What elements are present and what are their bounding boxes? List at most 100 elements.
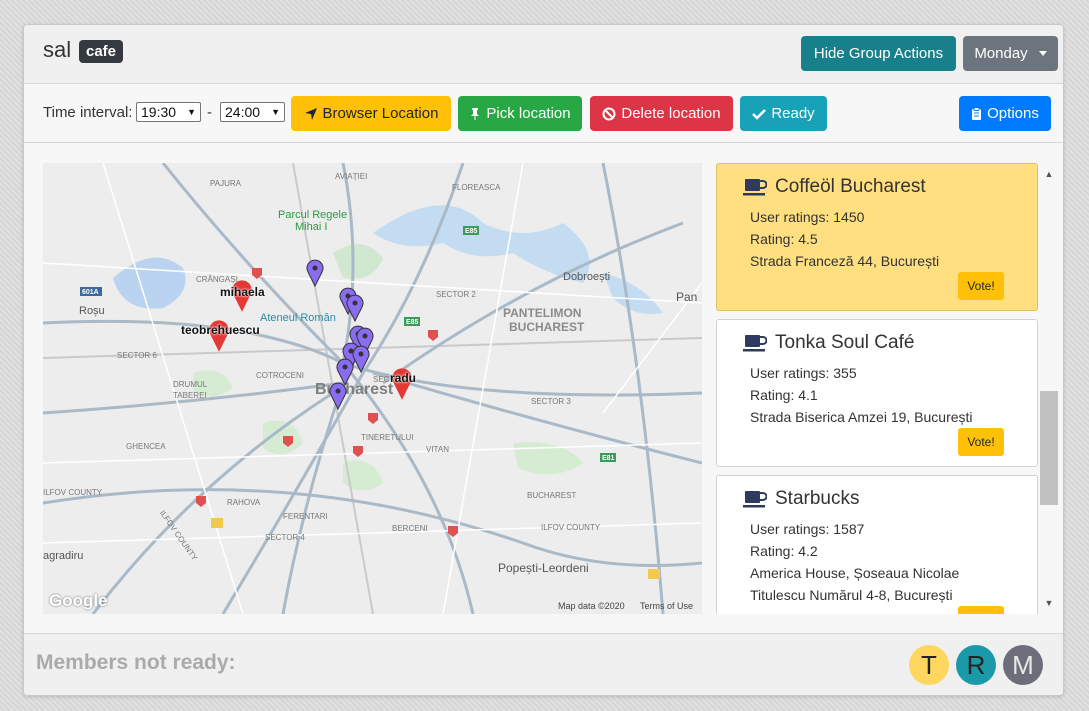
members-not-ready-title: Members not ready:: [36, 651, 236, 674]
end-time-select[interactable]: 24:00 ▼: [220, 102, 285, 122]
place-title: Coffeöl Bucharest: [743, 176, 926, 198]
map[interactable]: E85 E85 E81 601A Bucharest PAJURA Parcul: [43, 163, 702, 614]
members-footer: Members not ready: T R M: [24, 633, 1063, 695]
place-address-line1: America House, Șoseaua Nicolae: [750, 565, 960, 581]
delete-location-label: Delete location: [621, 105, 721, 122]
group-name: sal: [43, 37, 72, 62]
map-label-floreasca: FLOREASCA: [452, 183, 501, 192]
ready-label: Ready: [771, 105, 815, 122]
start-time-select[interactable]: 19:30 ▼: [136, 102, 201, 122]
thumbtack-icon: [471, 107, 480, 120]
place-user-ratings: User ratings: 1450: [750, 209, 865, 225]
place-list-scrollbar[interactable]: ▲ ▼: [1040, 163, 1058, 614]
scroll-up-icon[interactable]: ▲: [1040, 165, 1058, 183]
pick-location-button[interactable]: Pick location: [458, 96, 582, 131]
scroll-thumb[interactable]: [1040, 391, 1058, 505]
map-label-sector4: SECTOR 4: [265, 533, 305, 542]
map-data-attribution: Map data ©2020: [558, 601, 625, 611]
hide-group-actions-button[interactable]: Hide Group Actions: [801, 36, 956, 71]
avatar[interactable]: M: [1003, 645, 1043, 685]
vote-button[interactable]: Vote!: [958, 606, 1004, 614]
pick-location-label: Pick location: [486, 105, 571, 122]
avatar-initial: R: [966, 649, 986, 680]
coffee-cup-icon: [743, 179, 767, 196]
coffee-cup-icon: [743, 491, 767, 508]
map-label-pan: Pan: [676, 290, 698, 304]
browser-location-button[interactable]: Browser Location: [291, 96, 451, 131]
map-labels: Bucharest PAJURA Parcul Regele Mihai I A…: [43, 163, 702, 614]
check-icon: [752, 108, 767, 120]
map-label-pajura: PAJURA: [210, 179, 241, 188]
avatar-initial: T: [921, 649, 937, 680]
group-type-badge: cafe: [79, 40, 124, 63]
options-label: Options: [987, 105, 1039, 122]
place-marker[interactable]: [306, 259, 324, 287]
map-label-dobroesti: Dobroești: [563, 271, 611, 283]
map-label-mihai: Mihai I: [295, 221, 328, 233]
end-time-value: 24:00: [225, 104, 261, 120]
map-label-rosu: Roșu: [79, 305, 105, 317]
time-separator: -: [207, 104, 212, 121]
place-address: Strada Franceză 44, București: [750, 253, 940, 269]
map-label-ilfov3: ILFOV COUNTY: [157, 508, 200, 563]
map-label-sector2: SECTOR 2: [436, 290, 476, 299]
map-label-ferentari: FERENTARI: [283, 512, 328, 521]
map-label-berceni: BERCENI: [392, 524, 428, 533]
map-label-bucharest-small: BUCHAREST: [527, 491, 577, 500]
card-header: sal cafe Hide Group Actions Monday: [24, 25, 1063, 84]
google-logo: Google: [49, 591, 108, 610]
map-label-pantelimon-sub: BUCHAREST: [509, 320, 585, 334]
map-label-parcul: Parcul Regele: [278, 209, 348, 221]
vote-button[interactable]: Vote!: [958, 272, 1004, 300]
place-title: Tonka Soul Café: [743, 332, 914, 354]
place-rating: Rating: 4.1: [750, 387, 818, 403]
place-marker[interactable]: [346, 294, 364, 322]
day-label: Monday: [974, 45, 1028, 62]
place-address-line2: Titulescu Numărul 4-8, București: [750, 587, 953, 603]
place-title: Starbucks: [743, 488, 859, 510]
ready-button[interactable]: Ready: [740, 96, 827, 131]
scroll-down-icon[interactable]: ▼: [1040, 594, 1058, 612]
map-label-vitan: VITAN: [426, 445, 449, 454]
avatar[interactable]: T: [909, 645, 949, 685]
map-label-rahova: RAHOVA: [227, 498, 261, 507]
hide-group-actions-label: Hide Group Actions: [813, 45, 944, 62]
place-list[interactable]: Coffeöl Bucharest User ratings: 1450 Rat…: [716, 163, 1038, 614]
map-label-ilfov: ILFOV COUNTY: [43, 488, 103, 497]
member-label-mihaela: mihaela: [220, 285, 265, 299]
delete-location-button[interactable]: Delete location: [590, 96, 733, 131]
place-card[interactable]: Tonka Soul Café User ratings: 355 Rating…: [716, 319, 1038, 467]
place-marker[interactable]: [352, 345, 370, 373]
coffee-cup-icon: [743, 335, 767, 352]
place-rating: Rating: 4.2: [750, 543, 818, 559]
vote-button[interactable]: Vote!: [958, 428, 1004, 456]
map-label-popesti: Popești-Leordeni: [498, 561, 589, 575]
place-user-ratings: User ratings: 1587: [750, 521, 865, 537]
place-name: Coffeöl Bucharest: [775, 176, 926, 197]
place-name: Tonka Soul Café: [775, 332, 915, 353]
avatar[interactable]: R: [956, 645, 996, 685]
map-label-ilfov2: ILFOV COUNTY: [541, 523, 601, 532]
terms-of-use-link[interactable]: Terms of Use: [640, 601, 693, 611]
location-arrow-icon: [304, 107, 317, 120]
map-label-sector6: SECTOR 6: [117, 351, 157, 360]
map-label-sector3: SECTOR 3: [531, 397, 571, 406]
day-dropdown-button[interactable]: Monday: [963, 36, 1058, 71]
place-rating: Rating: 4.5: [750, 231, 818, 247]
place-marker[interactable]: [329, 382, 347, 410]
map-label-drumul: DRUMUL TABEREI: [173, 380, 207, 400]
member-label-radu: radu: [390, 371, 417, 385]
clipboard-icon: [972, 106, 982, 120]
select-arrow-icon: ▼: [271, 107, 280, 117]
map-label-agradiru: agradiru: [43, 550, 84, 562]
select-arrow-icon: ▼: [187, 107, 196, 117]
place-card[interactable]: Starbucks User ratings: 1587 Rating: 4.2…: [716, 475, 1038, 614]
place-address: Strada Biserica Amzei 19, București: [750, 409, 973, 425]
map-label-cotroceni: COTROCENI: [256, 371, 304, 380]
place-card[interactable]: Coffeöl Bucharest User ratings: 1450 Rat…: [716, 163, 1038, 311]
start-time-value: 19:30: [141, 104, 177, 120]
options-button[interactable]: Options: [959, 96, 1051, 131]
map-label-ateneul: Ateneul Român: [260, 312, 336, 324]
map-label-pantelimon: PANTELIMON: [503, 306, 582, 320]
ban-icon: [602, 107, 616, 120]
